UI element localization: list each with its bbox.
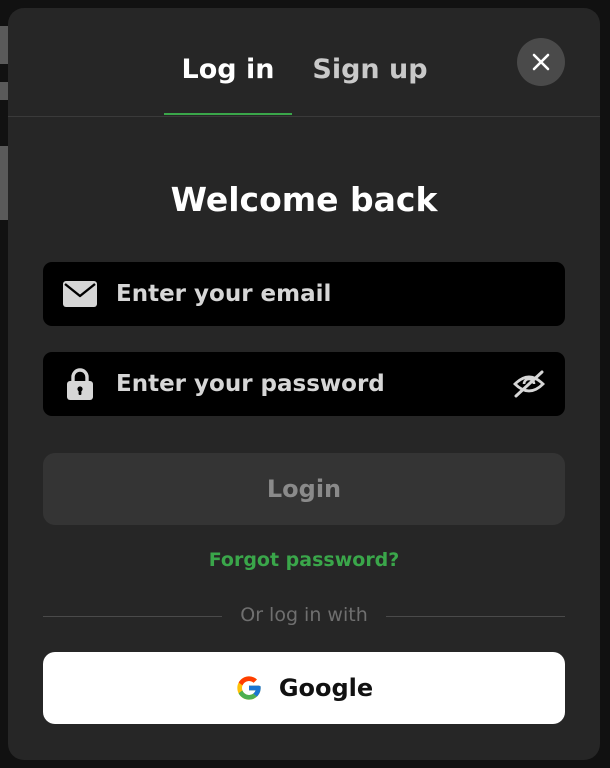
divider-left [43,616,222,617]
email-input[interactable] [116,262,496,326]
email-field-container [43,262,565,326]
toggle-password-visibility-button[interactable] [509,364,549,404]
tab-sign-up[interactable]: Sign up [310,54,430,114]
password-input[interactable] [116,352,496,416]
google-icon [235,674,263,702]
close-button[interactable] [517,38,565,86]
divider-right [386,616,565,617]
login-modal: Log in Sign up Welcome back Enter your e… [8,8,600,760]
login-button[interactable]: Login [43,453,565,525]
auth-tabs: Log in Sign up [8,8,600,117]
divider-label: Or log in with [240,604,368,626]
active-tab-indicator [164,113,292,115]
page-title: Welcome back [170,180,438,219]
close-icon [532,53,550,71]
envelope-icon [63,278,97,310]
google-login-button[interactable]: Google [43,652,565,724]
lock-icon [65,367,95,401]
forgot-password-link[interactable]: Forgot password? [8,549,600,571]
google-button-label: Google [278,674,374,702]
backdrop-fragment [0,146,8,220]
password-field-container [43,352,565,416]
tab-log-in[interactable]: Log in [164,54,292,114]
backdrop-fragment [0,82,8,100]
backdrop-fragment [0,26,8,64]
eye-off-icon [512,369,546,399]
